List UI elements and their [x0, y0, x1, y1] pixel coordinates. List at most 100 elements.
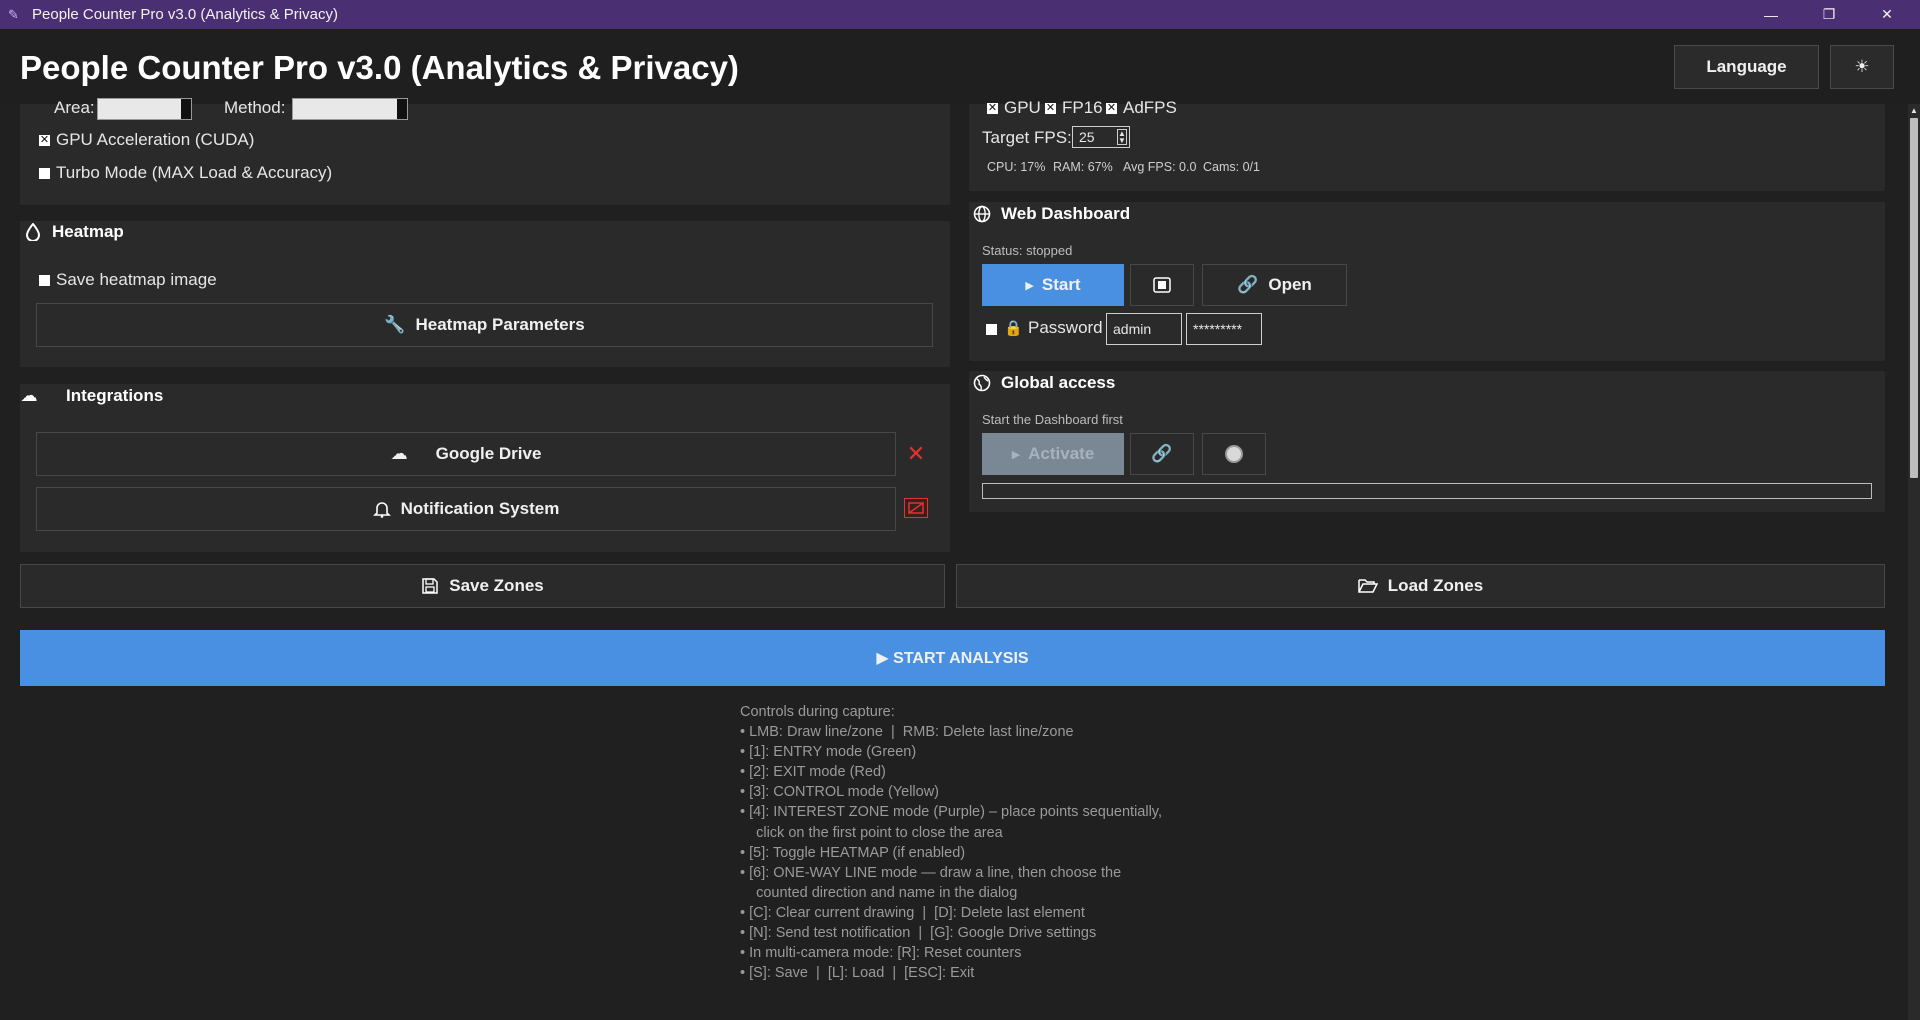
- google-drive-button[interactable]: ☁ Google Drive: [36, 432, 896, 476]
- dashboard-open-label: Open: [1268, 275, 1312, 294]
- heatmap-panel: Heatmap Save heatmap image 🔧 Heatmap Par…: [20, 221, 950, 367]
- copy-link-button[interactable]: 🔗: [1130, 433, 1194, 475]
- dashboard-status: Status: stopped: [982, 243, 1073, 258]
- globe-icon: [973, 374, 991, 392]
- controls-help-line: • [2]: EXIT mode (Red): [740, 764, 886, 781]
- notification-system-label: Notification System: [400, 499, 560, 518]
- checkbox-checked-icon: [987, 100, 998, 116]
- dashboard-password-input[interactable]: *********: [1186, 313, 1262, 345]
- adfps-label: AdFPS: [1123, 98, 1177, 117]
- activate-label: Activate: [1028, 444, 1095, 463]
- cams-stat: Cams: 0/1: [1203, 160, 1260, 174]
- save-heatmap-checkbox[interactable]: Save heatmap image: [39, 270, 217, 290]
- language-button[interactable]: Language: [1674, 45, 1819, 89]
- close-button[interactable]: ✕: [1858, 0, 1916, 29]
- play-icon: ▶: [1011, 448, 1021, 461]
- controls-help-line: • [3]: CONTROL mode (Yellow): [740, 784, 940, 801]
- integrations-title: ☁ Integrations: [20, 386, 164, 406]
- status-indicator-button[interactable]: [1202, 433, 1266, 475]
- global-access-title-text: Global access: [1001, 373, 1116, 392]
- restore-button[interactable]: ❐: [1800, 0, 1858, 29]
- heatmap-parameters-button[interactable]: 🔧 Heatmap Parameters: [36, 303, 933, 347]
- detection-panel: Area: Method: GPU Acceleration (CUDA) Tu…: [20, 98, 950, 205]
- load-zones-button[interactable]: Load Zones: [956, 564, 1885, 608]
- save-zones-button[interactable]: Save Zones: [20, 564, 945, 608]
- heatmap-title-text: Heatmap: [52, 222, 124, 241]
- controls-help-line: Controls during capture:: [740, 704, 895, 720]
- controls-help-line: • LMB: Draw line/zone | RMB: Delete last…: [740, 724, 1074, 741]
- droplet-icon: [24, 223, 42, 241]
- notification-disabled-icon[interactable]: [904, 498, 928, 518]
- controls-help-line: • In multi-camera mode: [R]: Reset count…: [740, 945, 1022, 962]
- wrench-icon: 🔧: [384, 315, 406, 334]
- area-select-arrow-icon: [181, 99, 191, 119]
- minimize-button[interactable]: —: [1742, 0, 1800, 29]
- window-title: People Counter Pro v3.0 (Analytics & Pri…: [32, 6, 338, 23]
- turbo-mode-checkbox[interactable]: Turbo Mode (MAX Load & Accuracy): [39, 163, 332, 183]
- gpu-label: GPU: [1004, 98, 1041, 117]
- cpu-stat: CPU: 17%: [987, 160, 1046, 174]
- controls-help-line: • [S]: Save | [L]: Load | [ESC]: Exit: [740, 965, 975, 982]
- password-checkbox[interactable]: [986, 324, 997, 335]
- turbo-mode-label: Turbo Mode (MAX Load & Accuracy): [56, 163, 333, 182]
- play-icon: ▶: [1025, 279, 1034, 292]
- gpu-accel-checkbox[interactable]: GPU Acceleration (CUDA): [39, 130, 254, 150]
- folder-open-icon: [1358, 578, 1378, 594]
- link-icon: 🔗: [1151, 444, 1173, 463]
- avg-fps-stat: Avg FPS: 0.0: [1123, 160, 1197, 174]
- controls-help-line: • [1]: ENTRY mode (Green): [740, 744, 917, 761]
- dashboard-stop-button[interactable]: [1130, 264, 1194, 306]
- controls-help-line: • [4]: INTEREST ZONE mode (Purple) – pla…: [740, 804, 1162, 821]
- integrations-panel: ☁ Integrations ☁ Google Drive ✕ Notifica…: [20, 384, 950, 552]
- window-title-bar: ✎ People Counter Pro v3.0 (Analytics & P…: [0, 0, 1920, 29]
- activate-button[interactable]: ▶ Activate: [982, 433, 1124, 475]
- dashboard-start-button[interactable]: ▶ Start: [982, 264, 1124, 306]
- cloud-icon: ☁: [390, 444, 408, 463]
- spin-arrows-icon[interactable]: ▲ ▼: [1117, 129, 1127, 145]
- target-fps-spinbox[interactable]: 25 ▲ ▼: [1072, 126, 1130, 148]
- method-label: Method:: [224, 98, 286, 117]
- adfps-checkbox[interactable]: AdFPS: [1106, 98, 1177, 118]
- gpu-checkbox[interactable]: GPU: [987, 98, 1041, 118]
- checkbox-checked-icon: [39, 132, 50, 148]
- controls-help-text: Controls during capture: • LMB: Draw line…: [740, 702, 1162, 983]
- integrations-title-text: Integrations: [66, 386, 164, 405]
- dashboard-start-label: Start: [1041, 275, 1081, 294]
- password-label: Password: [1028, 318, 1103, 337]
- stop-icon: [1153, 277, 1171, 293]
- global-access-title: Global access: [973, 373, 1115, 393]
- performance-panel: GPU FP16 AdFPS Target FPS: 25 ▲▼ CPU: 17…: [969, 98, 1885, 191]
- scrollbar-thumb[interactable]: [1910, 118, 1918, 478]
- cloud-icon: ☁: [20, 386, 38, 405]
- checkbox-unchecked-icon: [39, 167, 50, 179]
- web-dashboard-title-text: Web Dashboard: [1001, 204, 1131, 223]
- fp16-label: FP16: [1062, 98, 1103, 117]
- controls-help-line: click on the first point to close the ar…: [740, 824, 1003, 841]
- method-select[interactable]: [292, 98, 408, 120]
- global-access-panel: Global access Start the Dashboard first …: [969, 371, 1885, 512]
- controls-help-line: • [6]: ONE-WAY LINE mode — draw a line, …: [740, 864, 1122, 881]
- web-dashboard-title: Web Dashboard: [973, 204, 1130, 224]
- theme-toggle-button[interactable]: ☀: [1830, 45, 1894, 89]
- heatmap-parameters-label: Heatmap Parameters: [415, 315, 585, 334]
- target-fps-value: 25: [1079, 129, 1095, 145]
- controls-help-line: counted direction and name in the dialog: [740, 884, 1018, 901]
- scroll-up-arrow-icon[interactable]: ▲: [1910, 106, 1918, 115]
- save-heatmap-label: Save heatmap image: [56, 270, 217, 289]
- google-drive-disconnected-icon[interactable]: ✕: [903, 441, 929, 466]
- global-access-progress-bar: [982, 483, 1872, 499]
- load-zones-label: Load Zones: [1387, 576, 1484, 595]
- dashboard-open-button[interactable]: 🔗 Open: [1202, 264, 1347, 306]
- floppy-disk-icon: [421, 577, 439, 595]
- notification-system-button[interactable]: Notification System: [36, 487, 896, 531]
- start-analysis-button[interactable]: ▶ START ANALYSIS: [20, 630, 1885, 686]
- area-label: Area:: [54, 98, 95, 117]
- link-icon: 🔗: [1237, 275, 1259, 294]
- gpu-accel-label: GPU Acceleration (CUDA): [56, 130, 255, 149]
- dashboard-username-input[interactable]: admin: [1106, 313, 1182, 345]
- fp16-checkbox[interactable]: FP16: [1045, 98, 1103, 118]
- checkbox-checked-icon: [1106, 100, 1117, 116]
- target-fps-label: Target FPS:: [982, 128, 1072, 147]
- web-dashboard-panel: Web Dashboard Status: stopped ▶ Start 🔗 …: [969, 202, 1885, 361]
- area-select[interactable]: [97, 98, 192, 120]
